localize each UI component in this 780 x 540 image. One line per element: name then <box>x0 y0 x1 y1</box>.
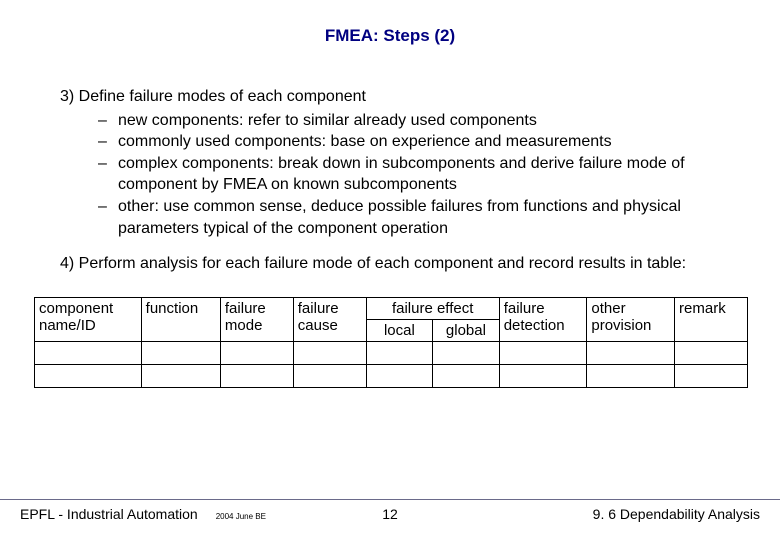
bullet-item: – new components: refer to similar alrea… <box>98 110 750 132</box>
bullet-item: – other: use common sense, deduce possib… <box>98 196 750 239</box>
col-global: global <box>433 320 500 342</box>
fmea-table-wrap: component name/ID function failure mode … <box>30 297 750 389</box>
step-4: 4) Perform analysis for each failure mod… <box>60 253 750 275</box>
bullet-item: – complex components: break down in subc… <box>98 153 750 196</box>
step-3-heading: 3) Define failure modes of each componen… <box>60 86 750 108</box>
bullet-text: commonly used components: base on experi… <box>118 131 750 153</box>
col-remark: remark <box>675 297 748 342</box>
col-local: local <box>366 320 433 342</box>
col-provision: other provision <box>587 297 675 342</box>
col-failure-mode: failure mode <box>220 297 293 342</box>
table-header-row: component name/ID function failure mode … <box>35 297 748 319</box>
footer-page: 12 <box>382 506 398 522</box>
step-3-bullets: – new components: refer to similar alrea… <box>60 110 750 240</box>
footer-left: EPFL - Industrial Automation <box>20 506 198 522</box>
bullet-text: new components: refer to similar already… <box>118 110 750 132</box>
col-detection: failure detection <box>499 297 587 342</box>
step-4-heading: 4) Perform analysis for each failure mod… <box>60 253 750 275</box>
bullet-dash: – <box>98 110 118 132</box>
bullet-dash: – <box>98 196 118 218</box>
slide-title: FMEA: Steps (2) <box>30 26 750 46</box>
table-row <box>35 365 748 388</box>
slide-footer: EPFL - Industrial Automation 2004 June B… <box>0 499 780 522</box>
col-component: component name/ID <box>35 297 142 342</box>
bullet-dash: – <box>98 153 118 175</box>
col-failure-cause: failure cause <box>293 297 366 342</box>
slide-content: 3) Define failure modes of each componen… <box>30 86 750 388</box>
col-failure-effect: failure effect <box>366 297 499 319</box>
table-row <box>35 342 748 365</box>
footer-date: 2004 June BE <box>216 512 266 521</box>
bullet-item: – commonly used components: base on expe… <box>98 131 750 153</box>
col-function: function <box>141 297 220 342</box>
bullet-text: complex components: break down in subcom… <box>118 153 750 196</box>
step-3: 3) Define failure modes of each componen… <box>60 86 750 239</box>
footer-right: 9. 6 Dependability Analysis <box>593 506 760 522</box>
fmea-table: component name/ID function failure mode … <box>34 297 748 389</box>
bullet-text: other: use common sense, deduce possible… <box>118 196 750 239</box>
bullet-dash: – <box>98 131 118 153</box>
